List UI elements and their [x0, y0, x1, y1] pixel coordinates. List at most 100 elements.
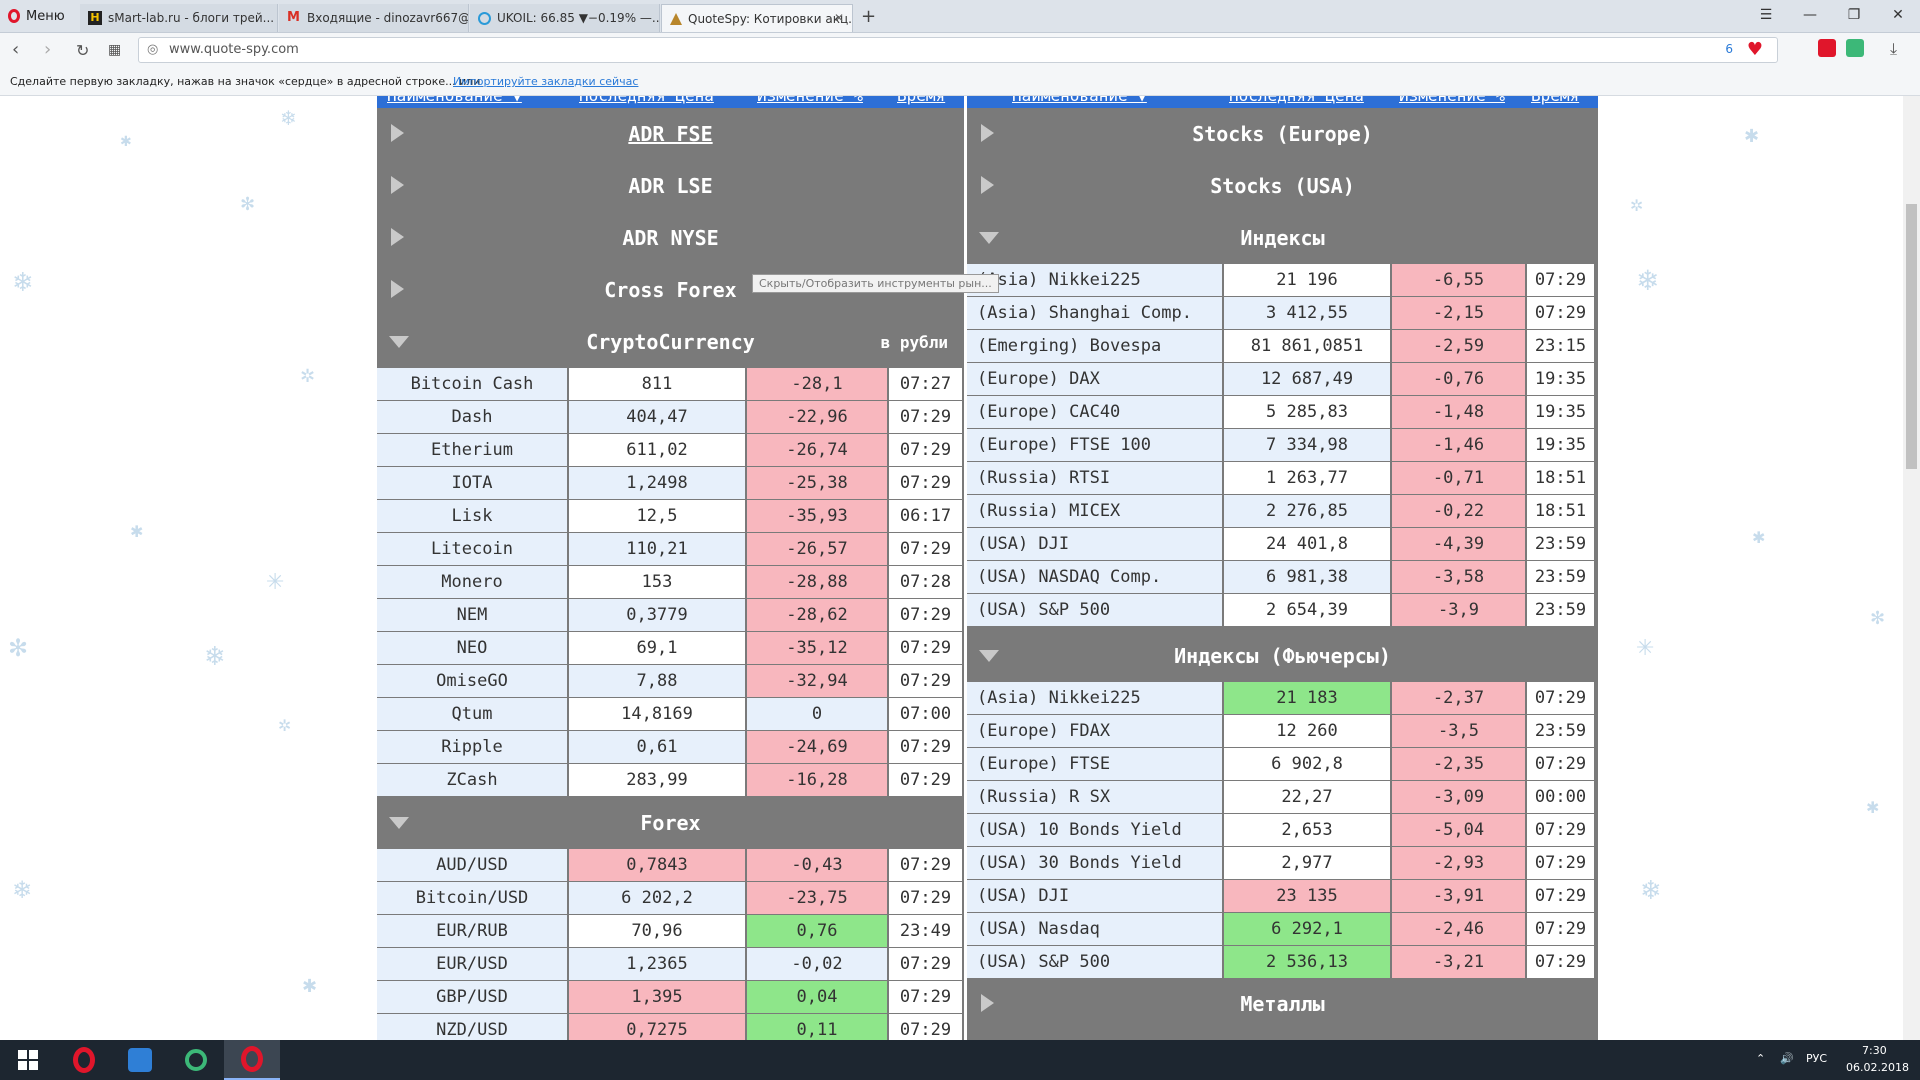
- table-row[interactable]: NEM 0,3779 -28,62 07:29: [377, 599, 964, 632]
- start-button[interactable]: [0, 1040, 56, 1080]
- back-icon[interactable]: ‹: [12, 39, 19, 60]
- new-tab-icon[interactable]: +: [861, 6, 876, 27]
- clock-date[interactable]: 06.02.2018: [1846, 1061, 1909, 1074]
- table-row[interactable]: AUD/USD 0,7843 -0,43 07:29: [377, 849, 964, 882]
- group-header-adr-fse[interactable]: ADR FSE: [377, 108, 964, 160]
- table-row[interactable]: Lisk 12,5 -35,93 06:17: [377, 500, 964, 533]
- taskbar-opera-button[interactable]: [56, 1040, 112, 1080]
- table-row[interactable]: ZCash 283,99 -16,28 07:29: [377, 764, 964, 797]
- tray-chevron-icon[interactable]: ⌃: [1756, 1052, 1765, 1065]
- speed-dial-icon[interactable]: ▦: [108, 42, 121, 58]
- tab-ukoil[interactable]: UKOIL: 66.85 ▼−0.19% —...: [470, 4, 660, 32]
- table-row[interactable]: (Europe) CAC40 5 285,83 -1,48 19:35: [967, 396, 1598, 429]
- table-row[interactable]: EUR/RUB 70,96 0,76 23:49: [377, 915, 964, 948]
- tab-quotespy[interactable]: QuoteSpy: Котировки акц... ✕: [661, 4, 853, 32]
- minimize-icon[interactable]: —: [1788, 0, 1832, 30]
- instrument-name: GBP/USD: [377, 981, 567, 1013]
- change-percent: -2,35: [1392, 748, 1525, 780]
- change-percent: -1,48: [1392, 396, 1525, 428]
- sort-by-change-link[interactable]: Изменение %: [757, 96, 863, 105]
- close-tab-icon[interactable]: ✕: [834, 11, 844, 25]
- table-row[interactable]: Qtum 14,8169 0 07:00: [377, 698, 964, 731]
- table-row[interactable]: NZD/USD 0,7275 0,11 07:29: [377, 1014, 964, 1040]
- sort-by-time-link[interactable]: Время: [897, 96, 945, 105]
- page-scrollbar[interactable]: [1903, 96, 1920, 1040]
- download-icon[interactable]: ⤓: [1890, 39, 1897, 59]
- table-row[interactable]: Etherium 611,02 -26,74 07:29: [377, 434, 964, 467]
- table-row[interactable]: (USA) Nasdaq 6 292,1 -2,46 07:29: [967, 913, 1598, 946]
- table-row[interactable]: Dash 404,47 -22,96 07:29: [377, 401, 964, 434]
- table-row[interactable]: (Europe) FTSE 6 902,8 -2,35 07:29: [967, 748, 1598, 781]
- group-header-adr-nyse[interactable]: ADR NYSE: [377, 212, 964, 264]
- group-header-futures[interactable]: Индексы (Фьючерсы): [967, 630, 1598, 682]
- sort-by-change-link[interactable]: Изменение %: [1399, 96, 1505, 105]
- reload-icon[interactable]: ↻: [76, 41, 89, 60]
- table-row[interactable]: Litecoin 110,21 -26,57 07:29: [377, 533, 964, 566]
- sort-by-price-link[interactable]: Последняя Цена: [579, 96, 714, 105]
- table-row[interactable]: IOTA 1,2498 -25,38 07:29: [377, 467, 964, 500]
- scrollbar-thumb[interactable]: [1906, 204, 1917, 469]
- table-row[interactable]: (Russia) MICEX 2 276,85 -0,22 18:51: [967, 495, 1598, 528]
- group-header-forex[interactable]: Forex: [377, 797, 964, 849]
- sort-by-price-link[interactable]: Последняя Цена: [1229, 96, 1364, 105]
- last-price: 0,3779: [569, 599, 745, 631]
- instrument-name: (Asia) Nikkei225: [967, 682, 1222, 714]
- table-row[interactable]: (Europe) FDAX 12 260 -3,5 23:59: [967, 715, 1598, 748]
- extension-icon[interactable]: [1846, 39, 1864, 57]
- bookmark-heart-icon[interactable]: ♥: [1747, 39, 1763, 60]
- table-row[interactable]: Bitcoin/USD 6 202,2 -23,75 07:29: [377, 882, 964, 915]
- group-header-stocks-europe[interactable]: Stocks (Europe): [967, 108, 1598, 160]
- table-row[interactable]: (Russia) RTSI 1 263,77 -0,71 18:51: [967, 462, 1598, 495]
- opera-menu-button[interactable]: Меню: [8, 6, 65, 26]
- taskbar-quik-button[interactable]: [168, 1040, 224, 1080]
- tab-mail[interactable]: M Входящие - dinozavr667@...: [279, 4, 469, 32]
- last-price: 12 687,49: [1224, 363, 1390, 395]
- table-row[interactable]: EUR/USD 1,2365 -0,02 07:29: [377, 948, 964, 981]
- import-bookmarks-link[interactable]: Импортируйте закладки сейчас: [453, 75, 638, 88]
- table-row[interactable]: (Emerging) Bovespa 81 861,0851 -2,59 23:15: [967, 330, 1598, 363]
- group-header-stocks-usa[interactable]: Stocks (USA): [967, 160, 1598, 212]
- table-row[interactable]: (USA) S&P 500 2 536,13 -3,21 07:29: [967, 946, 1598, 979]
- expand-arrow-icon: [391, 280, 404, 298]
- taskbar-media-button[interactable]: [112, 1040, 168, 1080]
- last-price: 6 981,38: [1224, 561, 1390, 593]
- table-row[interactable]: (USA) S&P 500 2 654,39 -3,9 23:59: [967, 594, 1598, 627]
- table-row[interactable]: (USA) NASDAQ Comp. 6 981,38 -3,58 23:59: [967, 561, 1598, 594]
- group-header-adr-lse[interactable]: ADR LSE: [377, 160, 964, 212]
- sort-by-time-link[interactable]: Время: [1531, 96, 1579, 105]
- table-row[interactable]: (USA) 10 Bonds Yield 2,653 -5,04 07:29: [967, 814, 1598, 847]
- maximize-icon[interactable]: ❐: [1832, 0, 1876, 30]
- sort-by-name-link[interactable]: Наименование ▼: [1012, 96, 1147, 105]
- quote-time: 07:29: [889, 533, 962, 565]
- forward-icon[interactable]: ›: [44, 39, 51, 60]
- clock-time[interactable]: 7:30: [1862, 1044, 1887, 1057]
- table-row[interactable]: Ripple 0,61 -24,69 07:29: [377, 731, 964, 764]
- group-header-crypto[interactable]: CryptoCurrency в рубли: [377, 316, 964, 368]
- adblock-extension-icon[interactable]: [1818, 39, 1836, 57]
- table-row[interactable]: (Europe) DAX 12 687,49 -0,76 19:35: [967, 363, 1598, 396]
- table-row[interactable]: Bitcoin Cash 811 -28,1 07:27: [377, 368, 964, 401]
- table-row[interactable]: (USA) 30 Bonds Yield 2,977 -2,93 07:29: [967, 847, 1598, 880]
- table-row[interactable]: (Europe) FTSE 100 7 334,98 -1,46 19:35: [967, 429, 1598, 462]
- table-row[interactable]: (Asia) Shanghai Comp. 3 412,55 -2,15 07:29: [967, 297, 1598, 330]
- language-indicator[interactable]: РУС: [1806, 1052, 1827, 1065]
- taskbar-opera-active-button[interactable]: [224, 1040, 280, 1080]
- group-header-indices[interactable]: Индексы: [967, 212, 1598, 264]
- sort-by-name-link[interactable]: Наименование ▼: [387, 96, 522, 105]
- table-row[interactable]: Monero 153 -28,88 07:28: [377, 566, 964, 599]
- table-row[interactable]: (USA) DJI 23 135 -3,91 07:29: [967, 880, 1598, 913]
- table-row[interactable]: (Asia) Nikkei225 21 183 -2,37 07:29: [967, 682, 1598, 715]
- table-row[interactable]: (USA) DJI 24 401,8 -4,39 23:59: [967, 528, 1598, 561]
- table-row[interactable]: OmiseGO 7,88 -32,94 07:29: [377, 665, 964, 698]
- table-row[interactable]: (Asia) Nikkei225 21 196 -6,55 07:29: [967, 264, 1598, 297]
- table-row[interactable]: GBP/USD 1,395 0,04 07:29: [377, 981, 964, 1014]
- table-row[interactable]: (Russia) R SX 22,27 -3,09 00:00: [967, 781, 1598, 814]
- tab-menu-icon[interactable]: ☰: [1744, 0, 1788, 30]
- url-field[interactable]: ◎ www.quote-spy.com 6 ♥: [138, 37, 1778, 63]
- close-window-icon[interactable]: ✕: [1876, 0, 1920, 30]
- table-row[interactable]: NEO 69,1 -35,12 07:29: [377, 632, 964, 665]
- group-header-metals[interactable]: Металлы: [967, 978, 1598, 1030]
- tab-smartlab[interactable]: H sMart-lab.ru - блоги трей...: [80, 4, 278, 32]
- vpn-badge[interactable]: 6: [1725, 42, 1733, 56]
- volume-icon[interactable]: 🔊: [1780, 1052, 1794, 1065]
